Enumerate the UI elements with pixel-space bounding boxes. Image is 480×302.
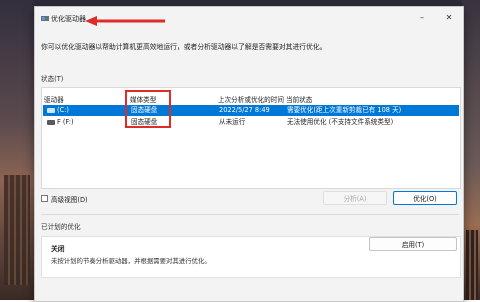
advanced-view-label[interactable]: 高级视图(D) [51,194,88,204]
drive-row-c[interactable]: (C:) 固态硬盘 2022/5/27 8:49 需要优化(距上次重新剪裁已有 … [43,105,459,116]
red-annotation-box [125,90,171,128]
drive-row-f[interactable]: F (F:) 固态硬盘 从未运行 无法使用优化 (不支持文件系统类型) [43,117,459,128]
last-run: 从未运行 [219,118,246,126]
current-status: 无法使用优化 (不支持文件系统类型) [287,118,394,126]
last-run: 2022/5/27 8:49 [219,106,270,114]
description-text: 你可以优化驱动器以帮助计算机更高效地运行，或者分析驱动器以了解是否需要对其进行优… [41,43,327,51]
optimize-button[interactable]: 优化(O) [393,191,457,205]
background-scenery-right [462,0,480,300]
drive-icon [47,108,55,113]
optimize-drives-window: 优化驱动器 – ✕ 你可以优化驱动器以帮助计算机更高效地运行，或者分析驱动器以了… [34,6,464,302]
scheduled-status: 关闭 [51,245,65,253]
minimize-icon[interactable]: – [415,12,429,24]
status-section-label: 状态(T) [41,75,64,83]
red-annotation-arrow-icon [85,16,165,26]
current-status: 需要优化(距上次重新剪裁已有 108 天) [287,106,402,114]
defrag-app-icon [41,16,49,21]
drive-list: 驱动器 媒体类型 上次分析或优化的时间 当前状态 (C:) 固态硬盘 2022/… [41,87,461,189]
advanced-view-checkbox[interactable] [41,195,48,202]
column-header-status[interactable]: 当前状态 [286,94,312,104]
drive-name: F (F:) [57,118,74,126]
column-header-drive[interactable]: 驱动器 [44,94,64,104]
drive-name: (C:) [57,106,69,114]
scheduled-section-label: 已计划的优化 [41,223,81,231]
close-icon[interactable]: ✕ [442,12,456,24]
analyze-button[interactable]: 分析(A) [323,191,387,205]
section-divider [41,214,459,215]
background-scenery-left [0,0,34,300]
scheduled-description: 未按计划的节奏分析驱动器，并根据需要对其进行优化。 [51,257,211,265]
column-header-last-run[interactable]: 上次分析或优化的时间 [218,94,284,104]
drive-icon [47,120,55,125]
window-title: 优化驱动器 [51,15,86,23]
enable-button[interactable]: 启用(T) [369,237,457,251]
title-bar[interactable]: 优化驱动器 – ✕ [35,7,463,29]
